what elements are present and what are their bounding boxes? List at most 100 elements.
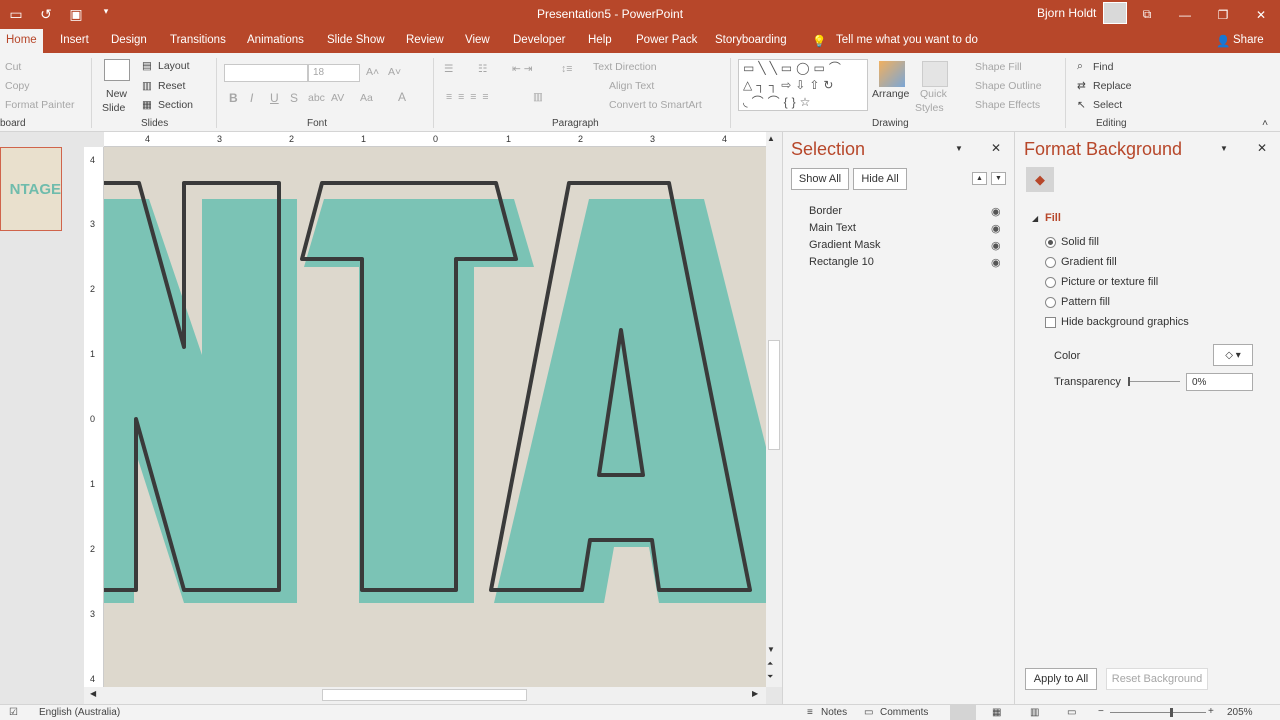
scroll-left-icon[interactable]: ◀: [90, 689, 96, 698]
share-icon[interactable]: 👤: [1216, 34, 1230, 48]
user-name[interactable]: Bjorn Holdt: [1037, 6, 1096, 20]
share-button[interactable]: Share: [1233, 34, 1264, 46]
shadow-button[interactable]: abc: [308, 92, 325, 104]
ribbon-display-icon[interactable]: ⧉: [1128, 0, 1166, 29]
minimize-icon[interactable]: —: [1166, 0, 1204, 29]
pattern-fill-radio[interactable]: [1045, 297, 1056, 308]
close-icon[interactable]: ✕: [991, 141, 1001, 155]
bullets-icon[interactable]: ☰: [444, 63, 453, 75]
reset-button[interactable]: Reset: [158, 80, 185, 92]
shape-fill-button[interactable]: Shape Fill: [975, 61, 1022, 73]
solid-fill-radio[interactable]: [1045, 237, 1056, 248]
fill-bucket-icon[interactable]: ◆: [1026, 167, 1054, 192]
gradient-fill-radio[interactable]: [1045, 257, 1056, 268]
horizontal-scrollbar[interactable]: ◀ ▶: [84, 687, 766, 704]
pane-options-icon[interactable]: ▼: [955, 144, 963, 153]
slide-thumbnail[interactable]: NTAGE: [0, 147, 62, 231]
color-picker-button[interactable]: ◇ ▾: [1213, 344, 1253, 366]
alignment-icons[interactable]: ≡≡≡≡: [446, 91, 495, 103]
fill-section-header[interactable]: Fill: [1045, 212, 1061, 224]
grow-font-icon[interactable]: A˄: [366, 66, 379, 78]
scroll-down-icon[interactable]: ▼: [767, 645, 775, 654]
next-slide-icon[interactable]: ⏷: [767, 672, 773, 682]
eye-icon[interactable]: ◉: [991, 205, 1001, 218]
previous-slide-icon[interactable]: ⏶: [767, 659, 773, 669]
apply-to-all-button[interactable]: Apply to All: [1025, 668, 1097, 690]
layout-button[interactable]: Layout: [158, 60, 190, 72]
font-size-combo[interactable]: 18: [308, 64, 360, 82]
hide-background-graphics-label[interactable]: Hide background graphics: [1061, 316, 1189, 328]
shape-effects-button[interactable]: Shape Effects: [975, 99, 1040, 111]
transparency-slider[interactable]: [1128, 381, 1180, 382]
quick-styles-label[interactable]: Quick: [920, 88, 947, 100]
italic-button[interactable]: I: [250, 91, 253, 105]
selection-item[interactable]: Gradient Mask: [809, 239, 881, 251]
eye-icon[interactable]: ◉: [991, 239, 1001, 252]
eye-icon[interactable]: ◉: [991, 222, 1001, 235]
tab-storyboarding[interactable]: Storyboarding: [715, 34, 787, 46]
tab-animations[interactable]: Animations: [247, 34, 304, 46]
solid-fill-label[interactable]: Solid fill: [1061, 236, 1099, 248]
text-direction-button[interactable]: Text Direction: [593, 61, 657, 73]
tab-view[interactable]: View: [465, 34, 490, 46]
copy-button[interactable]: Copy: [5, 80, 30, 92]
tab-help[interactable]: Help: [588, 34, 612, 46]
vertical-scroll-thumb[interactable]: [768, 340, 780, 450]
reset-background-button[interactable]: Reset Background: [1106, 668, 1208, 690]
gradient-fill-label[interactable]: Gradient fill: [1061, 256, 1117, 268]
selection-item[interactable]: Border: [809, 205, 842, 217]
spelling-icon[interactable]: ☑: [9, 707, 18, 718]
scroll-right-icon[interactable]: ▶: [752, 689, 758, 698]
horizontal-scroll-thumb[interactable]: [322, 689, 527, 701]
arrange-icon[interactable]: [879, 61, 905, 87]
eye-icon[interactable]: ◉: [991, 256, 1001, 269]
tab-review[interactable]: Review: [406, 34, 444, 46]
quick-styles-label-2[interactable]: Styles: [915, 102, 944, 114]
shapes-gallery[interactable]: ▭╲╲▭◯▭⌒ △┐┐⇨⇩⇧↻ ◟⌒⌒{}☆: [738, 59, 868, 111]
hide-background-graphics-checkbox[interactable]: [1045, 317, 1056, 328]
convert-smartart-button[interactable]: Convert to SmartArt: [609, 99, 702, 111]
reading-view-icon[interactable]: ▥: [1030, 707, 1039, 718]
indent-icon[interactable]: ⇤ ⇥: [512, 63, 533, 75]
char-spacing-button[interactable]: AV: [331, 92, 344, 104]
zoom-out-icon[interactable]: −: [1098, 706, 1104, 717]
find-button[interactable]: Find: [1093, 61, 1113, 73]
font-name-combo[interactable]: [224, 64, 308, 82]
bring-forward-icon[interactable]: ▲: [972, 172, 987, 185]
new-slide-icon[interactable]: [104, 59, 130, 81]
slide-sorter-icon[interactable]: ▦: [992, 707, 1001, 718]
slide-canvas[interactable]: [104, 147, 766, 687]
close-icon[interactable]: ✕: [1257, 141, 1267, 155]
zoom-slider-thumb[interactable]: [1170, 708, 1173, 717]
main-text-fill[interactable]: [104, 199, 766, 603]
arrange-button[interactable]: Arrange: [872, 88, 909, 100]
pane-options-icon[interactable]: ▼: [1220, 144, 1228, 153]
line-spacing-icon[interactable]: ↕≡: [561, 63, 572, 75]
align-text-button[interactable]: Align Text: [609, 80, 654, 92]
change-case-button[interactable]: Aa: [360, 92, 373, 104]
vertical-scrollbar[interactable]: ▲ ▼ ⏶ ⏷: [766, 132, 782, 687]
tab-developer[interactable]: Developer: [513, 34, 565, 46]
underline-button[interactable]: U: [270, 91, 279, 105]
normal-view-icon[interactable]: [950, 705, 976, 720]
cut-button[interactable]: Cut: [5, 61, 21, 73]
zoom-slider[interactable]: [1110, 712, 1206, 713]
send-backward-icon[interactable]: ▼: [991, 172, 1006, 185]
notes-button[interactable]: Notes: [821, 707, 847, 718]
columns-icon[interactable]: ▥: [533, 91, 543, 103]
comments-button[interactable]: Comments: [880, 707, 928, 718]
zoom-level[interactable]: 205%: [1227, 707, 1253, 718]
maximize-icon[interactable]: ❐: [1204, 0, 1242, 29]
selection-item[interactable]: Main Text: [809, 222, 856, 234]
shape-outline-button[interactable]: Shape Outline: [975, 80, 1042, 92]
picture-fill-radio[interactable]: [1045, 277, 1056, 288]
slide-show-icon[interactable]: ▭: [1067, 707, 1076, 718]
selection-item[interactable]: Rectangle 10: [809, 256, 874, 268]
show-all-button[interactable]: Show All: [791, 168, 849, 190]
language-status[interactable]: English (Australia): [39, 707, 120, 718]
quick-styles-icon[interactable]: [922, 61, 948, 87]
picture-fill-label[interactable]: Picture or texture fill: [1061, 276, 1158, 288]
tab-design[interactable]: Design: [111, 34, 147, 46]
scroll-up-icon[interactable]: ▲: [767, 134, 775, 143]
strikethrough-button[interactable]: S: [290, 91, 298, 105]
